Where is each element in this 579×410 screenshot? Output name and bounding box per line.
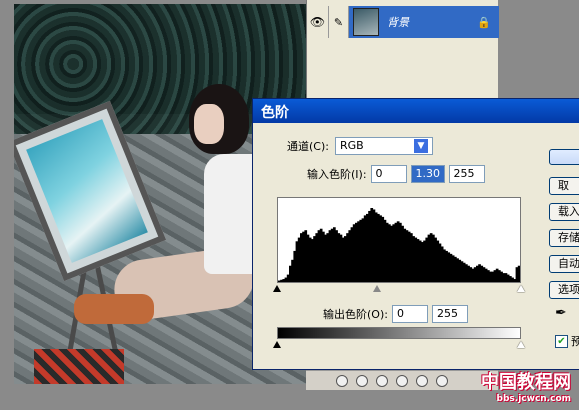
auto-button[interactable]: 自动 [549,255,579,273]
dialog-title: 色阶 [253,99,579,123]
input-gamma-slider[interactable] [373,285,381,292]
photo-bag [34,349,124,384]
output-black-field[interactable]: 0 [391,305,428,323]
layers-footer-toolbar [306,370,498,390]
load-button[interactable]: 载入 [549,203,579,221]
levels-dialog: 色阶 通道(C): RGB ▼ 输入色阶(I): 0 1.30 255 输出色阶… [252,98,579,370]
channel-select[interactable]: RGB ▼ [334,137,433,155]
adjustment-layer-icon[interactable] [416,374,428,387]
lock-icon: 🔒 [477,15,491,29]
photo-figure-face [194,104,224,144]
watermark-main: 中国教程网 [481,372,571,393]
brush-link-icon[interactable]: ✎ [329,6,349,38]
photo-figure-shoes [74,294,154,324]
input-black-slider[interactable] [273,285,281,292]
histogram-graph [278,208,520,282]
histogram [277,197,521,283]
preview-checkbox[interactable]: ✔ 预 [555,333,579,349]
output-gradient-bar [277,327,521,339]
layer-style-icon[interactable] [356,374,368,387]
output-black-slider[interactable] [273,341,281,348]
watermark: 中国教程网 bbs.jcwcn.com [481,368,571,404]
options-button[interactable]: 选项 [549,281,579,299]
input-white-field[interactable]: 255 [448,165,485,183]
visibility-eye-icon[interactable]: 👁 [307,6,329,38]
output-white-slider[interactable] [517,341,525,348]
layers-panel: 👁 ✎ 背景 🔒 [306,0,499,100]
cancel-button[interactable]: 取 [549,177,579,195]
link-layers-icon[interactable] [336,374,348,387]
layer-mask-icon[interactable] [376,374,388,387]
input-gamma-field[interactable]: 1.30 [410,165,445,183]
output-white-field[interactable]: 255 [431,305,468,323]
chevron-down-icon[interactable]: ▼ [413,139,428,153]
input-white-slider[interactable] [517,285,525,292]
input-black-field[interactable]: 0 [370,165,407,183]
channel-value: RGB [339,139,364,152]
histogram-bar [517,265,520,282]
new-group-icon[interactable] [396,374,408,387]
channel-label: 通道(C): [287,140,329,153]
checkmark-icon[interactable]: ✔ [555,334,568,348]
output-levels-label: 输出色阶(O): [323,308,388,321]
preview-label: 预 [571,335,579,348]
save-button[interactable]: 存储 [549,229,579,247]
eyedropper-icon[interactable]: ✒ [555,305,567,321]
watermark-sub: bbs.jcwcn.com [496,394,571,404]
layer-thumbnail [353,8,379,36]
ok-button[interactable] [549,149,579,165]
layer-row-background[interactable]: 👁 ✎ 背景 🔒 [307,6,499,38]
input-levels-label: 输入色阶(I): [307,168,367,181]
new-layer-icon[interactable] [436,374,448,387]
layer-name: 背景 [387,16,409,29]
